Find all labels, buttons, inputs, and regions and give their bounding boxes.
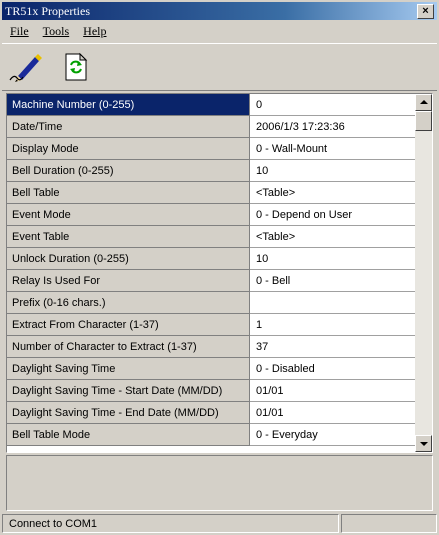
property-name[interactable]: Bell Table Mode (7, 424, 250, 446)
property-name[interactable]: Bell Table (7, 182, 250, 204)
title-bar[interactable]: TR51x Properties × (2, 2, 437, 20)
property-value[interactable]: 10 (250, 160, 416, 182)
property-row[interactable]: Number of Character to Extract (1-37) 37 (7, 336, 416, 358)
property-grid: Machine Number (0-255) 0 Date/Time 2006/1/3… (6, 93, 433, 453)
arrow-down-icon (420, 442, 428, 446)
property-value[interactable]: 0 (250, 94, 416, 116)
property-value[interactable]: 1 (250, 314, 416, 336)
property-value[interactable]: 0 - Depend on User (250, 204, 416, 226)
property-value[interactable]: 37 (250, 336, 416, 358)
property-name[interactable]: Unlock Duration (0-255) (7, 248, 250, 270)
property-name[interactable]: Daylight Saving Time (7, 358, 250, 380)
toolbar (2, 43, 437, 91)
property-row[interactable]: Bell Table Mode 0 - Everyday (7, 424, 416, 446)
property-row[interactable]: Display Mode 0 - Wall-Mount (7, 138, 416, 160)
property-name[interactable]: Event Table (7, 226, 250, 248)
property-row[interactable]: Daylight Saving Time - Start Date (MM/DD… (7, 380, 416, 402)
description-pane (6, 455, 433, 511)
property-row[interactable]: Daylight Saving Time - End Date (MM/DD) 0… (7, 402, 416, 424)
property-row[interactable]: Unlock Duration (0-255) 10 (7, 248, 416, 270)
property-row[interactable]: Relay Is Used For 0 - Bell (7, 270, 416, 292)
refresh-button[interactable] (58, 50, 94, 84)
pen-write-icon (9, 54, 42, 82)
property-value[interactable]: <Table> (250, 226, 416, 248)
refresh-document-icon (65, 52, 88, 81)
property-value[interactable]: 01/01 (250, 402, 416, 424)
status-bar: Connect to COM1 (2, 514, 437, 533)
arrow-up-icon (420, 100, 428, 104)
menu-tools[interactable]: Tools (37, 24, 76, 39)
property-row[interactable]: Bell Table <Table> (7, 182, 416, 204)
menu-file[interactable]: File (4, 24, 35, 39)
menu-tools-label: Tools (42, 24, 70, 38)
property-row[interactable]: Extract From Character (1-37) 1 (7, 314, 416, 336)
property-value[interactable]: 0 - Wall-Mount (250, 138, 416, 160)
property-name[interactable]: Display Mode (7, 138, 250, 160)
property-row[interactable]: Bell Duration (0-255) 10 (7, 160, 416, 182)
menu-bar: File Tools Help (2, 22, 437, 41)
menu-file-label: File (10, 24, 29, 38)
property-value[interactable] (250, 292, 416, 314)
property-name[interactable]: Daylight Saving Time - End Date (MM/DD) (7, 402, 250, 424)
property-row[interactable]: Daylight Saving Time 0 - Disabled (7, 358, 416, 380)
property-row[interactable]: Event Mode 0 - Depend on User (7, 204, 416, 226)
scroll-up-button[interactable] (415, 94, 432, 111)
property-name[interactable]: Machine Number (0-255) (7, 94, 250, 116)
property-name[interactable]: Bell Duration (0-255) (7, 160, 250, 182)
menu-help[interactable]: Help (77, 24, 112, 39)
property-row[interactable]: Event Table <Table> (7, 226, 416, 248)
write-settings-button[interactable] (8, 50, 44, 84)
property-row[interactable]: Prefix (0-16 chars.) (7, 292, 416, 314)
property-value[interactable]: <Table> (250, 182, 416, 204)
property-name[interactable]: Event Mode (7, 204, 250, 226)
property-name[interactable]: Daylight Saving Time - Start Date (MM/DD… (7, 380, 250, 402)
status-connection: Connect to COM1 (2, 514, 339, 533)
status-secondary (341, 514, 437, 533)
property-name[interactable]: Extract From Character (1-37) (7, 314, 250, 336)
property-name[interactable]: Number of Character to Extract (1-37) (7, 336, 250, 358)
menu-help-label: Help (83, 24, 107, 38)
property-value[interactable]: 0 - Disabled (250, 358, 416, 380)
scroll-thumb[interactable] (415, 111, 432, 131)
close-button[interactable]: × (417, 3, 434, 19)
property-rows: Machine Number (0-255) 0 Date/Time 2006/1/3… (7, 94, 416, 446)
property-value[interactable]: 01/01 (250, 380, 416, 402)
property-row[interactable]: Date/Time 2006/1/3 17:23:36 (7, 116, 416, 138)
scroll-down-button[interactable] (415, 435, 432, 452)
property-value[interactable]: 10 (250, 248, 416, 270)
vertical-scrollbar[interactable] (415, 94, 432, 452)
property-value[interactable]: 0 - Bell (250, 270, 416, 292)
property-row[interactable]: Machine Number (0-255) 0 (7, 94, 416, 116)
property-name[interactable]: Relay Is Used For (7, 270, 250, 292)
property-name[interactable]: Prefix (0-16 chars.) (7, 292, 250, 314)
window-title: TR51x Properties (5, 3, 90, 18)
property-name[interactable]: Date/Time (7, 116, 250, 138)
properties-window: TR51x Properties × File Tools Help Machi… (0, 0, 439, 535)
property-value[interactable]: 0 - Everyday (250, 424, 416, 446)
property-value[interactable]: 2006/1/3 17:23:36 (250, 116, 416, 138)
